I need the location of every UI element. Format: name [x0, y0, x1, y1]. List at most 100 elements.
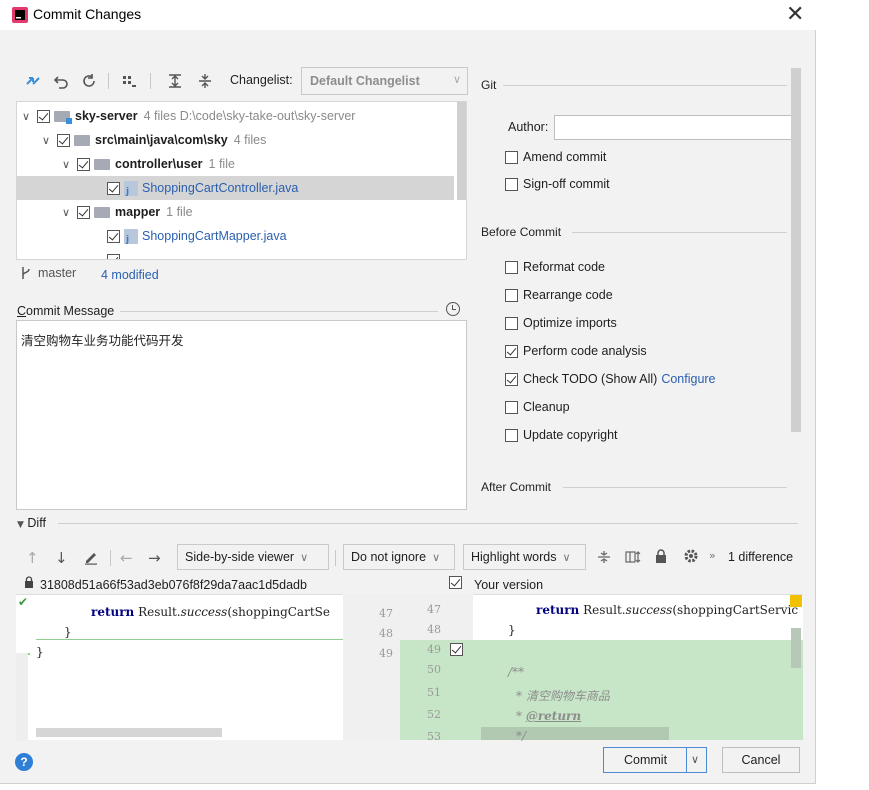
tree-row-controller[interactable]: ∨ controller\user 1 file — [17, 152, 454, 176]
commit-message-textarea[interactable]: 清空购物车业务功能代码开发 — [16, 320, 467, 510]
signoff-option[interactable]: Sign-off commit — [505, 177, 610, 191]
configure-link[interactable]: Configure — [661, 372, 715, 386]
checkbox-mapper[interactable] — [77, 205, 90, 219]
gear-icon[interactable] — [683, 548, 701, 566]
whitespace-select[interactable]: Do not ignore ∨ — [343, 544, 455, 570]
optimize-checkbox[interactable] — [505, 316, 518, 330]
analysis-checkbox[interactable] — [505, 344, 518, 358]
signoff-checkbox[interactable] — [505, 177, 518, 191]
tree-row-controller-file[interactable]: ShoppingCartController.java — [17, 176, 454, 200]
close-icon[interactable]: ✕ — [786, 2, 804, 27]
author-label: Author: — [508, 120, 549, 134]
optimize-option[interactable]: Optimize imports — [505, 316, 617, 330]
amend-commit-option[interactable]: Amend commit — [505, 150, 606, 164]
horizontal-scrollbar[interactable] — [36, 728, 222, 737]
checkbox-module[interactable] — [37, 109, 50, 123]
tree-row-module[interactable]: ∨ sky-server 4 files D:\code\sky-take-ou… — [17, 104, 454, 128]
divider — [572, 232, 787, 233]
checkbox-file[interactable] — [107, 229, 120, 243]
options-scrollbar[interactable] — [791, 68, 801, 432]
previous-diff-icon[interactable]: ↑ — [26, 549, 39, 567]
tree-row-mapper[interactable]: ∨ mapper 1 file — [17, 200, 454, 224]
horizontal-scrollbar[interactable] — [481, 727, 669, 740]
include-change-checkbox[interactable] — [450, 643, 463, 656]
toolbar-separator — [150, 73, 151, 89]
todo-option[interactable]: Check TODO (Show All) Configure — [505, 372, 716, 386]
commit-button[interactable]: Commit ∨ — [603, 747, 707, 773]
amend-label: Amend commit — [523, 150, 607, 164]
line-number: 52 — [427, 708, 441, 721]
edit-icon[interactable] — [83, 549, 99, 565]
collapse-unchanged-icon[interactable] — [596, 549, 612, 565]
group-by-icon[interactable] — [120, 72, 138, 90]
chevron-down-icon[interactable]: ∨ — [19, 110, 33, 123]
include-all-checkbox[interactable] — [449, 576, 462, 589]
analysis-status-icon[interactable] — [790, 595, 802, 607]
checkbox-file[interactable] — [107, 253, 120, 259]
branch-name[interactable]: master — [38, 266, 76, 280]
author-input[interactable] — [554, 115, 801, 140]
code-line: } — [508, 623, 516, 637]
reformat-option[interactable]: Reformat code — [505, 260, 605, 274]
cleanup-checkbox[interactable] — [505, 400, 518, 414]
analysis-option[interactable]: Perform code analysis — [505, 344, 647, 358]
divider — [563, 487, 787, 488]
changelist-select[interactable]: Default Changelist ∨ — [301, 67, 468, 95]
chevron-down-icon: ∨ — [432, 551, 441, 564]
tree-row-mapper-file[interactable]: ShoppingCartMapper.java — [17, 224, 454, 248]
checkbox-package[interactable] — [57, 133, 70, 147]
chevron-down-icon[interactable]: ∨ — [59, 158, 73, 171]
line-number: 48 — [427, 623, 441, 636]
show-diff-icon[interactable] — [24, 72, 42, 90]
reformat-checkbox[interactable] — [505, 260, 518, 274]
refresh-icon[interactable] — [80, 72, 98, 90]
chevron-down-icon[interactable]: ∨ — [39, 134, 53, 147]
more-actions-icon[interactable]: » — [709, 549, 716, 562]
commit-button-label: Commit — [624, 753, 668, 767]
tree-row-package[interactable]: ∨ src\main\java\com\sky 4 files — [17, 128, 454, 152]
back-arrow-icon[interactable]: ← — [120, 549, 133, 567]
rearrange-checkbox[interactable] — [505, 288, 518, 302]
changelist-label: Changelist: — [230, 73, 293, 87]
title-bar: Commit Changes ✕ — [0, 0, 816, 30]
rollback-icon[interactable] — [52, 72, 70, 90]
base-revision-hash: 31808d51a66f53ad3eb076f8f29da7aac1d5dadb — [40, 578, 307, 592]
chevron-down-icon[interactable]: ∨ — [59, 206, 73, 219]
checkbox-file[interactable] — [107, 181, 120, 195]
divider — [120, 311, 438, 312]
todo-checkbox[interactable] — [505, 372, 518, 386]
tree-item-label: sky-server — [75, 109, 138, 123]
highlight-select[interactable]: Highlight words ∨ — [463, 544, 586, 570]
lock-icon[interactable] — [654, 548, 668, 564]
folder-icon — [74, 134, 90, 146]
collapse-all-icon[interactable] — [196, 72, 214, 90]
vertical-scrollbar[interactable] — [791, 628, 801, 668]
diff-left-pane[interactable]: ✔ return Result.success(shoppingCartSe }… — [16, 594, 343, 741]
expand-all-icon[interactable] — [166, 72, 184, 90]
chevron-down-icon[interactable]: ∨ — [691, 753, 699, 766]
forward-arrow-icon[interactable]: → — [148, 549, 161, 567]
next-diff-icon[interactable]: ↓ — [55, 549, 68, 567]
checkbox-controller[interactable] — [77, 157, 90, 171]
tree-item-meta: 4 files — [233, 133, 267, 147]
cancel-button[interactable]: Cancel — [722, 747, 800, 773]
copyright-checkbox[interactable] — [505, 428, 518, 442]
sync-scroll-icon[interactable] — [624, 549, 642, 565]
help-icon[interactable]: ? — [15, 753, 33, 771]
cleanup-label: Cleanup — [523, 400, 570, 414]
tree-scrollbar[interactable] — [457, 102, 466, 200]
code-line: * @return — [516, 709, 582, 723]
commit-message-label-rest: ommit Message — [26, 304, 115, 318]
toolbar-separator — [110, 550, 111, 566]
copyright-option[interactable]: Update copyright — [505, 428, 618, 442]
amend-checkbox[interactable] — [505, 150, 518, 164]
diff-section-label[interactable]: ▼ Diff — [17, 516, 46, 530]
line-number: 47 — [427, 603, 441, 616]
cleanup-option[interactable]: Cleanup — [505, 400, 570, 414]
viewer-mode-select[interactable]: Side-by-side viewer ∨ — [177, 544, 329, 570]
rearrange-option[interactable]: Rearrange code — [505, 288, 613, 302]
modified-count-link[interactable]: 4 modified — [101, 268, 159, 282]
tree-row-partial[interactable] — [17, 248, 454, 259]
history-clock-icon[interactable] — [446, 302, 460, 316]
line-number: 49 — [427, 643, 441, 656]
